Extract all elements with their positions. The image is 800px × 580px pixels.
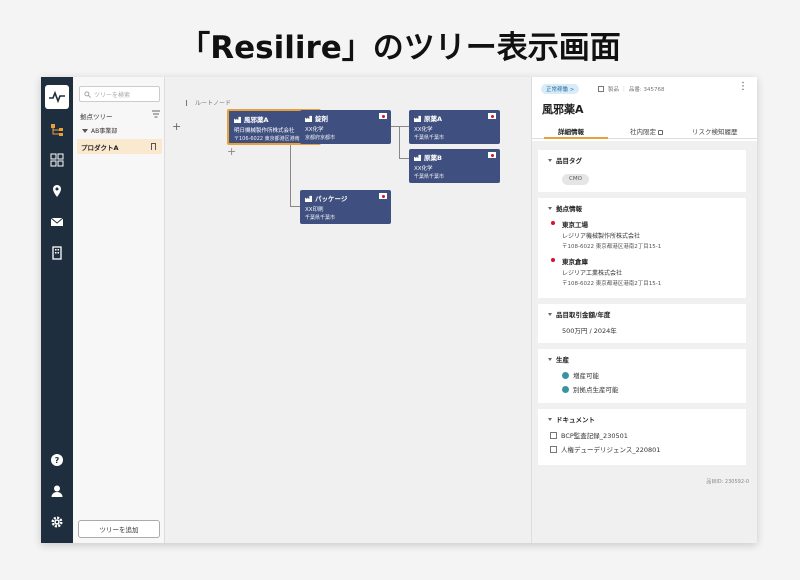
section-amount: 品目取引金額/年度 500万円 / 2024年 — [538, 304, 746, 343]
tree-panel: ツリーを検索 拠点ツリー AB事業部 プロダクトA ツリーを追加 — [73, 77, 165, 543]
page-title: 「Resilire」のツリー表示画面 — [179, 30, 621, 66]
section-toggle[interactable]: 生産 — [548, 354, 736, 364]
tree-icon[interactable] — [49, 122, 65, 138]
svg-text:?: ? — [55, 456, 60, 465]
help-icon[interactable]: ? — [49, 452, 65, 468]
site-item: 東京工場 レジリア機械製作所株式会社 〒108-6022 東京都港区港南2丁目1… — [550, 219, 736, 250]
chevron-down-icon — [548, 158, 552, 162]
search-placeholder: ツリーを検索 — [94, 91, 131, 99]
grid-icon[interactable] — [49, 152, 65, 168]
add-parent-button[interactable]: + — [172, 121, 181, 132]
detail-body: 品目タグ CMO 拠点情報 東京工場 レジリア機械製作所株式会社 〒108-60… — [532, 141, 757, 543]
section-tag: 品目タグ CMO — [538, 150, 746, 192]
tree-item-product[interactable]: プロダクトA — [77, 139, 162, 154]
tree-group-label: AB事業部 — [91, 128, 118, 135]
mail-icon[interactable] — [49, 214, 65, 230]
edge — [290, 206, 300, 207]
search-input[interactable]: ツリーを検索 — [79, 86, 160, 102]
factory-icon — [414, 115, 421, 122]
tab-details[interactable]: 詳細情報 — [558, 126, 584, 136]
section-documents: ドキュメント BCP監査記録_230501 人権デューデリジェンス_220801 — [538, 409, 746, 465]
edge — [391, 126, 409, 127]
tab-internal[interactable]: 社内限定 — [630, 126, 663, 136]
bookmark-icon[interactable] — [151, 143, 156, 150]
user-icon[interactable] — [49, 483, 65, 499]
section-toggle[interactable]: 拠点情報 — [548, 203, 736, 213]
japan-flag-icon — [488, 113, 496, 119]
tree-node[interactable]: パッケージ XX印刷 千葉県千葉市 — [300, 190, 391, 224]
production-item: 別拠点生産可能 — [562, 384, 736, 394]
detail-title: 風邪薬A — [542, 103, 584, 116]
nav-rail: ? — [41, 77, 73, 543]
factory-icon — [305, 115, 312, 122]
tree-label: 拠点ツリー — [80, 113, 113, 121]
check-circle-icon — [562, 371, 569, 379]
chevron-down-icon — [548, 357, 552, 361]
japan-flag-icon — [379, 113, 387, 119]
tree-node[interactable]: 原薬A XX化学 千葉県千葉市 — [409, 110, 500, 144]
tree-group[interactable]: AB事業部 — [82, 126, 117, 135]
japan-flag-icon — [379, 193, 387, 199]
chevron-down-icon — [548, 206, 552, 210]
root-node-label: ルートノード — [186, 98, 231, 107]
section-toggle[interactable]: ドキュメント — [548, 414, 736, 424]
japan-flag-icon — [488, 152, 496, 158]
factory-icon — [305, 195, 312, 202]
factory-icon — [414, 154, 421, 161]
flag-icon — [186, 99, 192, 106]
location-pin-icon[interactable] — [49, 183, 65, 199]
tree-item-label: プロダクトA — [81, 143, 119, 152]
section-production: 生産 増産可能 別拠点生産可能 — [538, 349, 746, 403]
japan-flag-icon — [551, 221, 555, 225]
section-sites: 拠点情報 東京工場 レジリア機械製作所株式会社 〒108-6022 東京都港区港… — [538, 198, 746, 298]
document-link[interactable]: 人権デューデリジェンス_220801 — [550, 444, 736, 454]
check-circle-icon — [562, 385, 569, 393]
chevron-down-icon — [548, 417, 552, 421]
section-toggle[interactable]: 品目取引金額/年度 — [548, 309, 736, 319]
sort-icon[interactable] — [152, 110, 160, 118]
document-icon — [550, 431, 557, 439]
product-meta: 製品 | 品番: 345768 — [598, 85, 664, 93]
logo-icon[interactable] — [45, 85, 69, 109]
section-toggle[interactable]: 品目タグ — [548, 155, 736, 165]
chevron-down-icon — [82, 128, 88, 133]
tag-chip: CMO — [562, 174, 589, 185]
status-badge[interactable]: 正常稼働 > — [541, 84, 580, 94]
app-window: ? ツリーを検索 拠点ツリー AB事業部 プロダクトA ツリーを追加 ルートノー… — [41, 77, 757, 543]
lock-icon — [658, 129, 663, 135]
site-item: 東京倉庫 レジリア工業株式会社 〒108-6022 東京都港区港南2丁目15-1 — [550, 256, 736, 287]
add-child-button[interactable]: + — [227, 146, 236, 157]
search-icon — [84, 90, 91, 98]
item-id: 品目ID: 230592-0 — [706, 479, 749, 485]
building-icon[interactable] — [49, 245, 65, 261]
tree-node[interactable]: 原薬B XX化学 千葉県千葉市 — [409, 149, 500, 183]
edge — [399, 126, 400, 158]
tab-risk-history[interactable]: リスク検知履歴 — [692, 126, 738, 136]
factory-icon — [234, 116, 241, 123]
amount-value: 500万円 / 2024年 — [562, 327, 617, 335]
active-tab-indicator — [544, 137, 608, 139]
more-menu-icon[interactable]: ⋮ — [738, 82, 748, 92]
production-item: 増産可能 — [562, 370, 736, 380]
detail-tabs: 詳細情報 社内限定 リスク検知履歴 — [532, 123, 757, 139]
document-link[interactable]: BCP監査記録_230501 — [550, 430, 736, 440]
document-icon — [550, 445, 557, 453]
tree-canvas: ルートノード + 風邪薬A 明日機械製作所株式会社 〒106-6022 東京都港… — [165, 77, 531, 543]
product-type-icon — [598, 86, 604, 92]
tree-node[interactable]: 錠剤 XX化学 京都府京都市 — [300, 110, 391, 144]
japan-flag-icon — [551, 258, 555, 262]
chevron-down-icon — [548, 312, 552, 316]
detail-panel: 正常稼働 > 製品 | 品番: 345768 ⋮ 風邪薬A 詳細情報 社内限定 … — [531, 77, 757, 543]
gear-icon[interactable] — [49, 514, 65, 530]
edge — [399, 158, 409, 159]
add-tree-button[interactable]: ツリーを追加 — [78, 520, 160, 538]
